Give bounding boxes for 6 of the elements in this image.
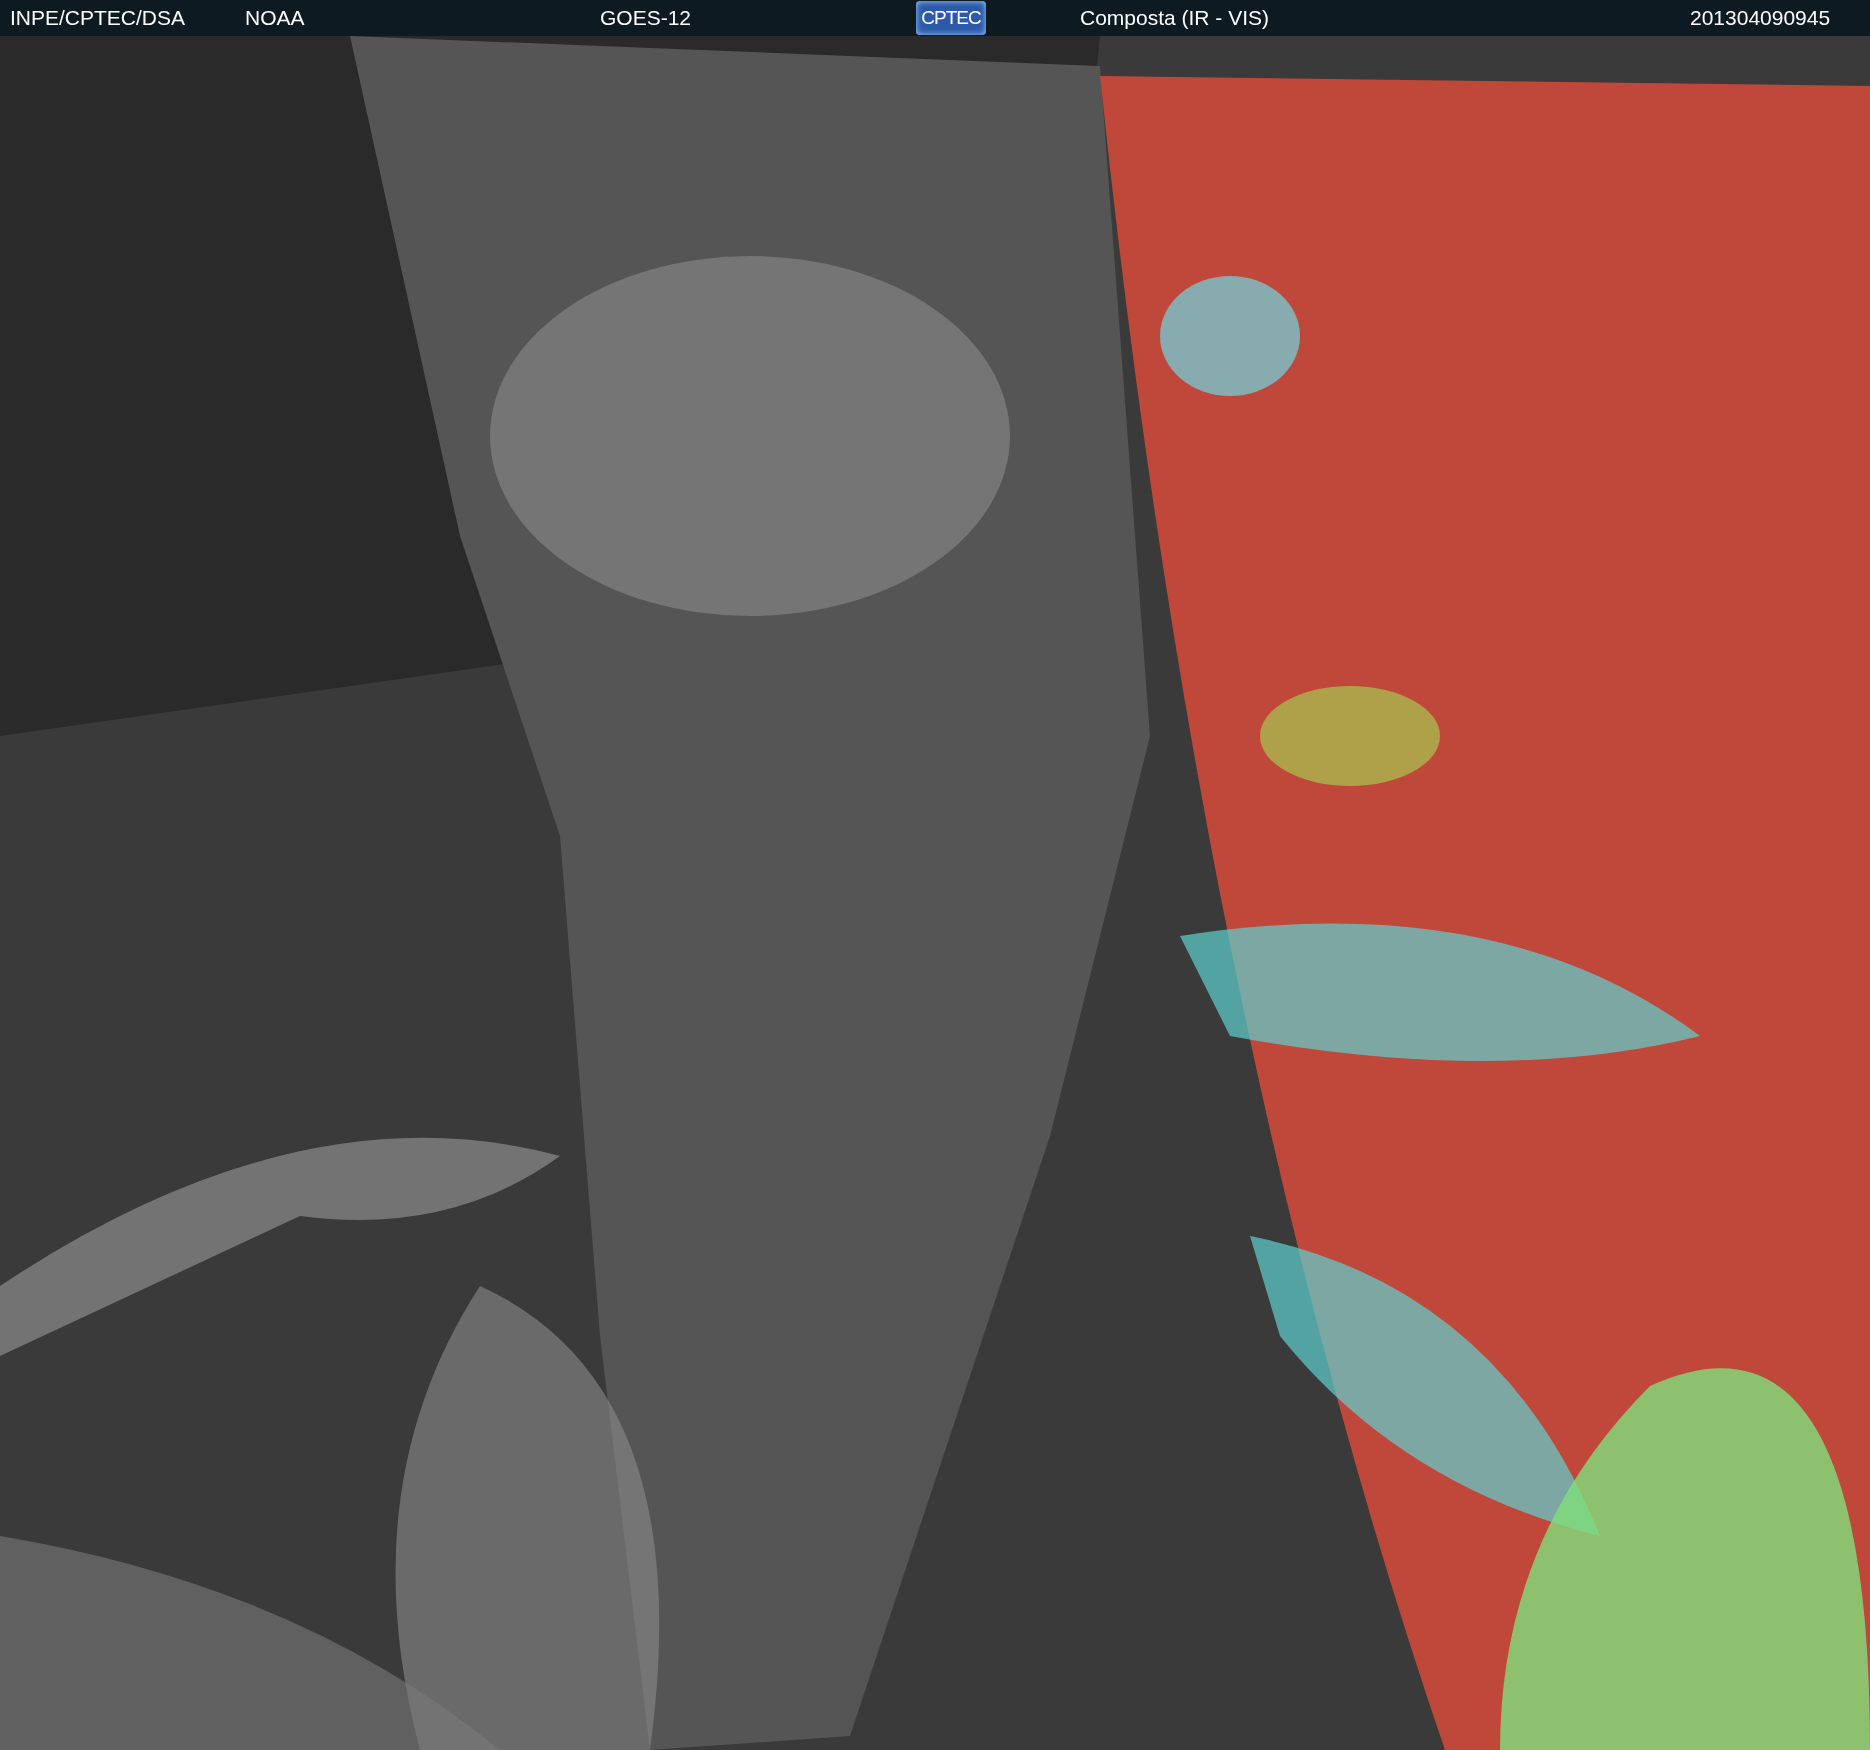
timestamp: 201304090945: [1690, 5, 1831, 31]
logo: CPTEC: [916, 1, 986, 35]
header-label: GOES-12: [600, 5, 692, 31]
header-label: Composta (IR - VIS): [1080, 5, 1270, 31]
header-label: INPE/CPTEC/DSA: [10, 5, 186, 31]
header-label: NOAA: [245, 5, 305, 31]
